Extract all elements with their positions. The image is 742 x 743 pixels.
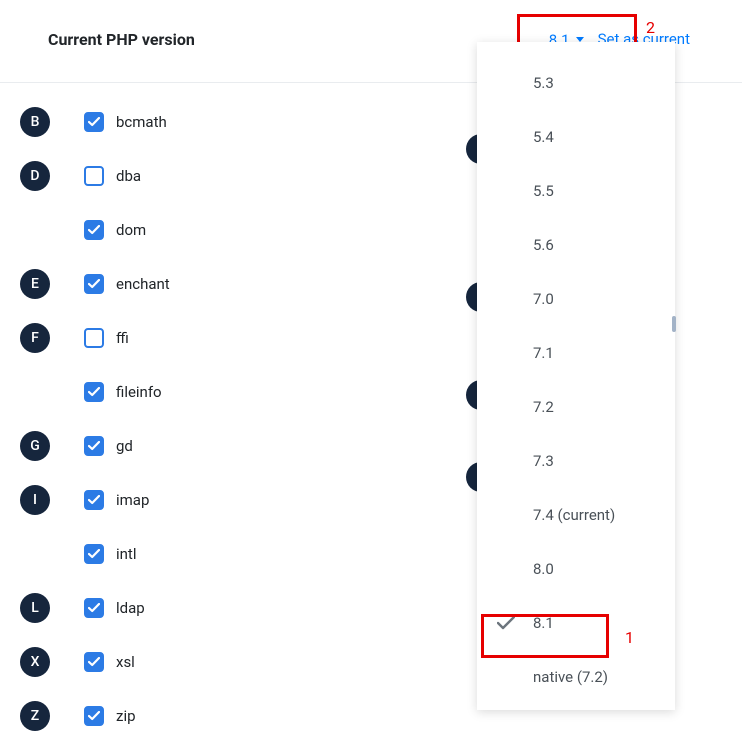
extension-label: zip bbox=[116, 707, 136, 725]
extension-checkbox[interactable] bbox=[84, 166, 104, 186]
extension-label: gd bbox=[116, 437, 133, 455]
annotation-number-1: 1 bbox=[625, 628, 634, 647]
extension-list: dba dom bbox=[84, 161, 146, 257]
extension-list: enchant bbox=[84, 269, 170, 311]
group-letter-badge: Z bbox=[20, 701, 50, 731]
version-option-label: 5.5 bbox=[533, 182, 554, 200]
extension-checkbox[interactable] bbox=[84, 382, 104, 402]
extension-label: dom bbox=[116, 221, 146, 239]
annotation-number-2: 2 bbox=[646, 18, 655, 37]
version-option-label: 7.2 bbox=[533, 398, 554, 416]
extension-row: enchant bbox=[84, 269, 170, 299]
extension-label: fileinfo bbox=[116, 383, 162, 401]
group-letter-badge: B bbox=[20, 107, 50, 137]
group-letter-badge: L bbox=[20, 593, 50, 623]
version-option-label: 7.0 bbox=[533, 290, 554, 308]
check-icon bbox=[495, 616, 517, 630]
extension-checkbox[interactable] bbox=[84, 112, 104, 132]
extension-checkbox[interactable] bbox=[84, 274, 104, 294]
extension-list: imap intl bbox=[84, 485, 149, 581]
extension-row: bcmath bbox=[84, 107, 167, 137]
version-option-label: 5.6 bbox=[533, 236, 554, 254]
scrollbar-thumb[interactable] bbox=[672, 316, 676, 332]
group-letter-badge: I bbox=[20, 485, 50, 515]
version-option[interactable]: 8.1 bbox=[477, 596, 675, 650]
extension-row: ldap bbox=[84, 593, 145, 623]
version-option-label: 7.3 bbox=[533, 452, 554, 470]
extension-list: xsl bbox=[84, 647, 135, 689]
version-option[interactable]: 7.3 bbox=[477, 434, 675, 488]
version-option-label: 5.4 bbox=[533, 128, 554, 146]
extension-row: zip bbox=[84, 701, 136, 731]
extension-list: ffi fileinfo bbox=[84, 323, 162, 419]
version-option[interactable]: 5.6 bbox=[477, 218, 675, 272]
version-option-label: 8.0 bbox=[533, 560, 554, 578]
extension-row: imap bbox=[84, 485, 149, 515]
extension-checkbox[interactable] bbox=[84, 598, 104, 618]
extension-checkbox[interactable] bbox=[84, 652, 104, 672]
group-letter-badge: D bbox=[20, 161, 50, 191]
page-title: Current PHP version bbox=[48, 30, 549, 49]
extension-label: enchant bbox=[116, 275, 170, 293]
extension-checkbox[interactable] bbox=[84, 436, 104, 456]
version-option[interactable]: native (7.2) bbox=[477, 650, 675, 704]
extension-label: bcmath bbox=[116, 113, 167, 131]
extension-label: intl bbox=[116, 545, 137, 563]
php-version-dropdown-menu: 5.3 5.4 5.5 5.6 7.0 7.1 7.2 7.3 7.4 (current) 8.0… bbox=[477, 42, 675, 710]
version-option[interactable]: 5.5 bbox=[477, 164, 675, 218]
version-option[interactable]: 8.0 bbox=[477, 542, 675, 596]
extension-row: intl bbox=[84, 539, 149, 569]
version-option[interactable]: 7.2 bbox=[477, 380, 675, 434]
version-option[interactable]: 5.3 bbox=[477, 56, 675, 110]
version-option-label: 8.1 bbox=[533, 614, 554, 632]
extension-row: gd bbox=[84, 431, 133, 461]
extension-label: ldap bbox=[116, 599, 145, 617]
extension-row: xsl bbox=[84, 647, 135, 677]
extension-checkbox[interactable] bbox=[84, 328, 104, 348]
group-letter-badge: E bbox=[20, 269, 50, 299]
version-option-label: 7.1 bbox=[533, 344, 554, 362]
version-option-label: native (7.2) bbox=[533, 668, 608, 686]
version-option[interactable]: 7.0 bbox=[477, 272, 675, 326]
extension-checkbox[interactable] bbox=[84, 490, 104, 510]
version-option[interactable]: 7.4 (current) bbox=[477, 488, 675, 542]
group-letter-badge: G bbox=[20, 431, 50, 461]
extension-checkbox[interactable] bbox=[84, 220, 104, 240]
extension-row: ffi bbox=[84, 323, 162, 353]
version-option-label: 5.3 bbox=[533, 74, 554, 92]
extension-list: bcmath bbox=[84, 107, 167, 149]
extension-label: xsl bbox=[116, 653, 135, 671]
extension-checkbox[interactable] bbox=[84, 706, 104, 726]
extension-checkbox[interactable] bbox=[84, 544, 104, 564]
extension-label: ffi bbox=[116, 329, 129, 347]
extension-list: zip bbox=[84, 701, 136, 743]
extension-label: imap bbox=[116, 491, 149, 509]
extension-row: fileinfo bbox=[84, 377, 162, 407]
extension-row: dba bbox=[84, 161, 146, 191]
extension-label: dba bbox=[116, 167, 141, 185]
extension-row: dom bbox=[84, 215, 146, 245]
group-letter-badge: F bbox=[20, 323, 50, 353]
group-letter-badge: X bbox=[20, 647, 50, 677]
version-option[interactable]: 7.1 bbox=[477, 326, 675, 380]
version-option-label: 7.4 (current) bbox=[533, 506, 615, 524]
extension-list: gd bbox=[84, 431, 133, 473]
version-option[interactable]: 5.4 bbox=[477, 110, 675, 164]
extension-list: ldap bbox=[84, 593, 145, 635]
